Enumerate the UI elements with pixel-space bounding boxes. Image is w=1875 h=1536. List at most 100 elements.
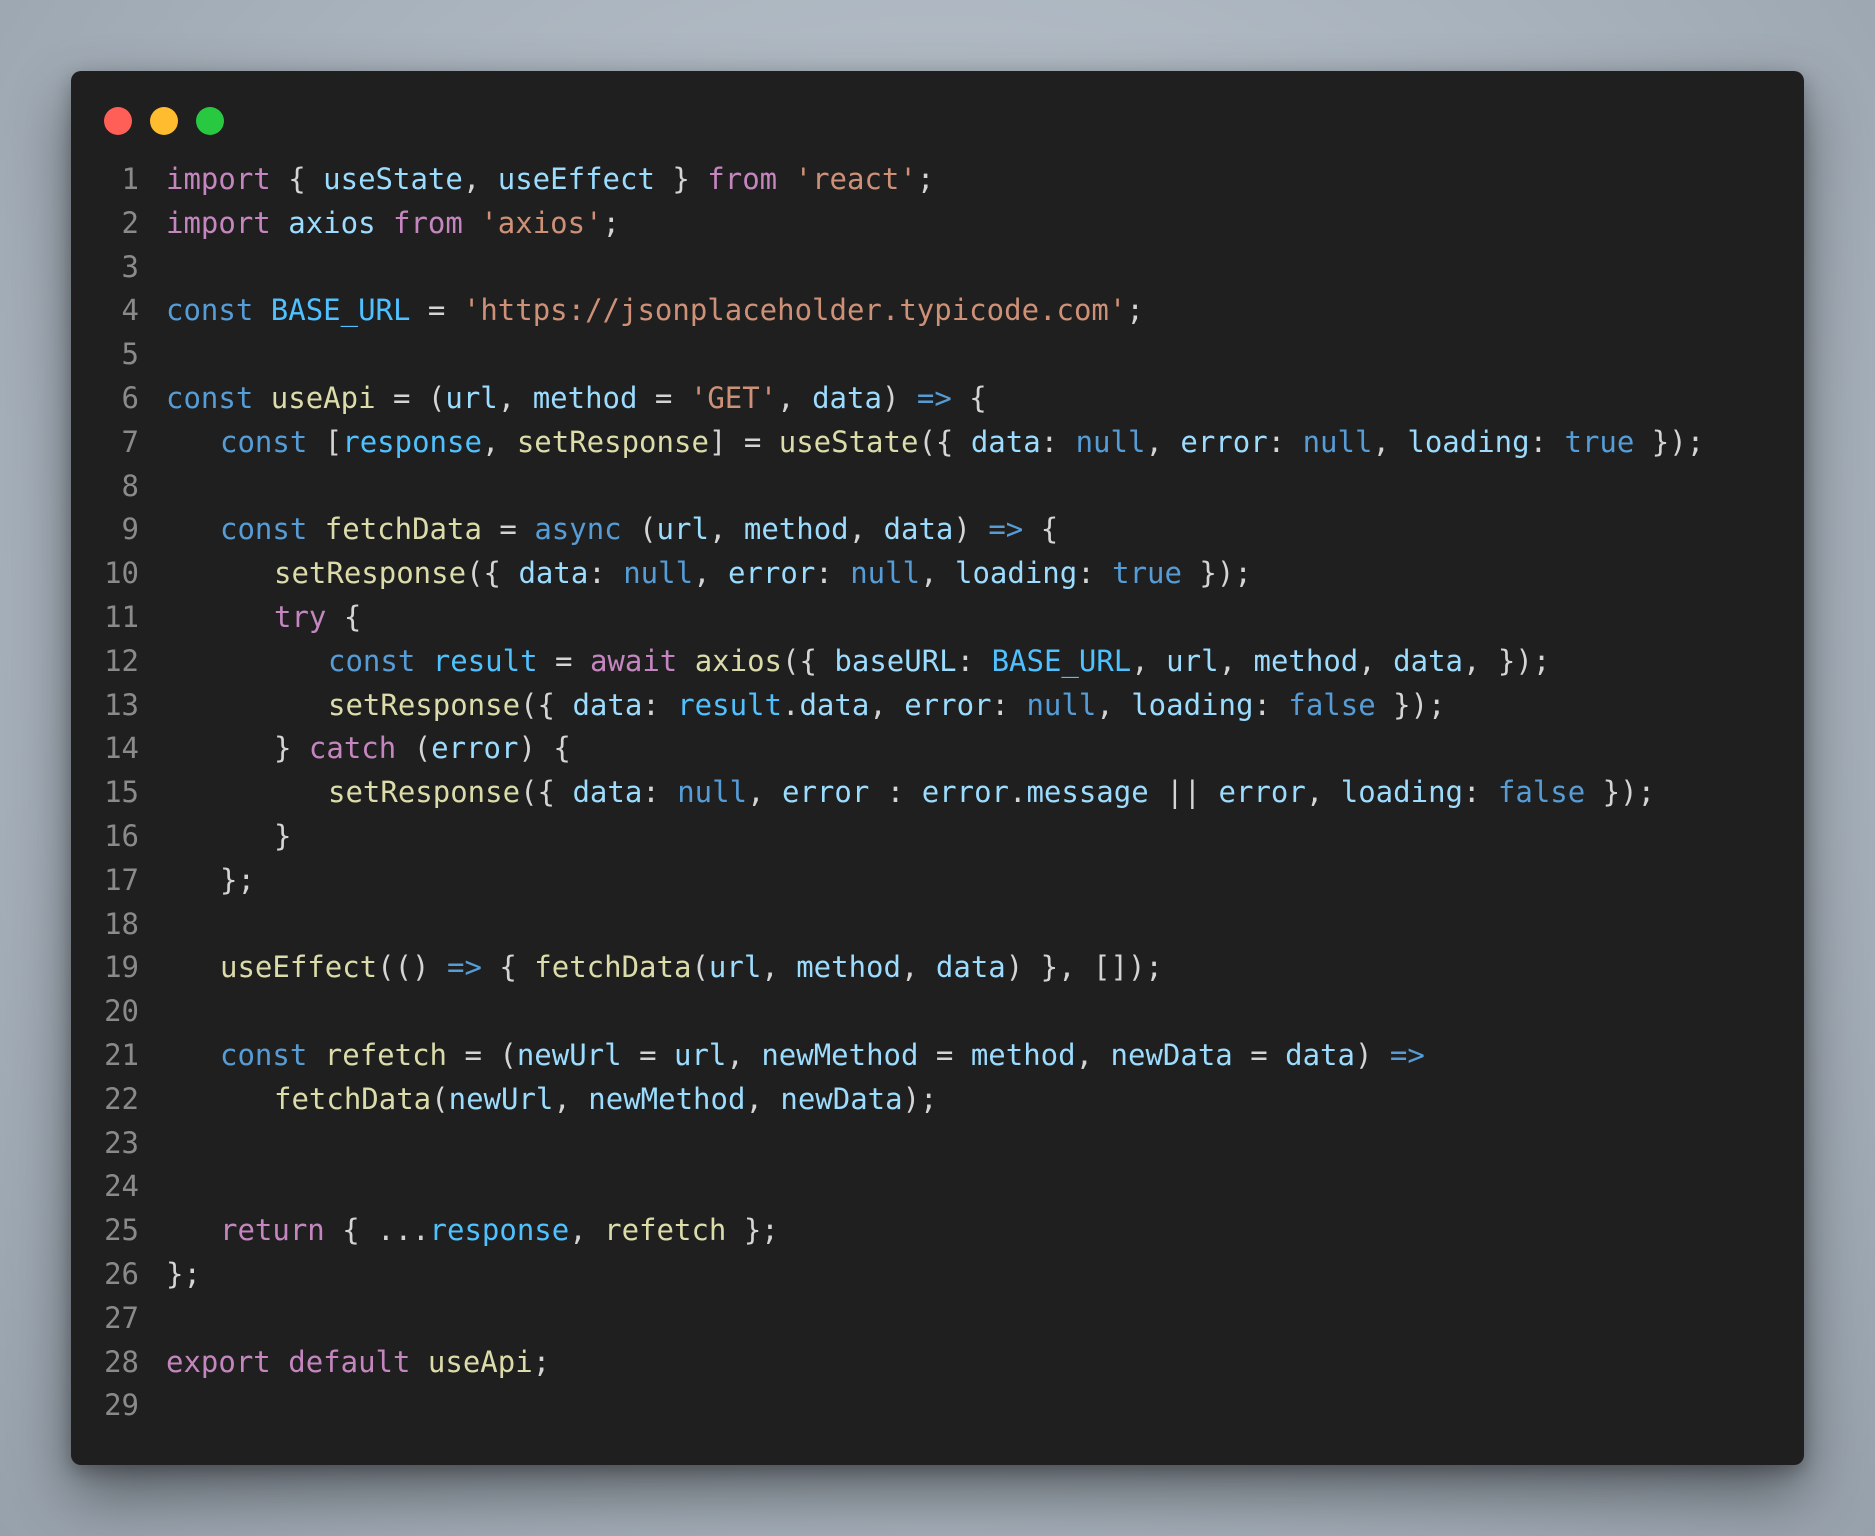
line-number: 16 [104, 818, 139, 853]
code-token: error [904, 687, 992, 722]
code-line-text: const useApi = (url, method = 'GET', dat… [166, 377, 987, 421]
code-token: => [1389, 1037, 1425, 1072]
code-line-text: import { useState, useEffect } from 'rea… [166, 158, 934, 202]
code-token: url [674, 1037, 727, 1072]
code-token: import [166, 162, 271, 196]
code-token: loading [1340, 775, 1463, 810]
code-token: true [1564, 424, 1635, 459]
code-line-text: }; [166, 1253, 201, 1297]
code-token: }); [1585, 775, 1656, 810]
code-token: (() [377, 950, 447, 985]
code-token: loading [954, 556, 1078, 591]
code-line: 9 const fetchData = async (url, method, d… [71, 508, 1704, 552]
code-token: data [572, 775, 643, 810]
code-line: 25 return { ...response, refetch }; [71, 1209, 1704, 1253]
code-token: method [532, 380, 638, 415]
zoom-button[interactable] [196, 107, 224, 135]
code-token: : [642, 687, 678, 722]
line-number: 29 [104, 1388, 139, 1423]
code-token: useApi [270, 380, 376, 415]
code-line: 6 const useApi = (url, method = 'GET', da… [71, 377, 1704, 421]
code-token: : [1462, 775, 1498, 810]
code-token: error [727, 556, 816, 591]
code-token: ; [1126, 293, 1144, 328]
code-line-text: try { [166, 596, 361, 640]
code-token: }); [1634, 424, 1705, 459]
code-token: } [274, 731, 309, 766]
code-token: return [220, 1213, 325, 1248]
code-token: : [815, 556, 851, 591]
code-token: : [588, 556, 624, 591]
line-number: 12 [104, 643, 139, 678]
code-token: ] = [708, 424, 779, 459]
code-line-text: setResponse({ data: null, error : error.… [166, 771, 1655, 815]
code-token: => [988, 512, 1024, 547]
code-token: { ... [324, 1213, 430, 1248]
window-controls [104, 107, 224, 135]
code-line: 24 [71, 1165, 1704, 1209]
code-token: } [274, 818, 292, 853]
code-token: result [677, 687, 782, 722]
code-line-text: }; [166, 859, 255, 903]
code-token: = [621, 1037, 674, 1072]
line-number: 9 [121, 512, 139, 547]
line-number: 21 [104, 1037, 139, 1072]
code-token: ) { [518, 731, 571, 766]
code-line-text: setResponse({ data: null, error: null, l… [166, 552, 1252, 596]
code-token: BASE_URL [270, 293, 411, 328]
line-number: 6 [121, 380, 139, 415]
code-token: ; [602, 205, 621, 240]
code-token: false [1288, 687, 1376, 722]
code-token: null [850, 556, 921, 591]
code-token: : [1077, 556, 1113, 591]
code-token: data [572, 687, 643, 722]
code-token: = [537, 643, 590, 678]
code-token: error [1218, 775, 1306, 810]
minimize-button[interactable] [150, 107, 178, 135]
code-token: method [796, 950, 901, 985]
code-token: response [429, 1213, 570, 1248]
code-token: 'axios' [480, 205, 603, 240]
code-token: , [553, 1081, 589, 1116]
line-number: 14 [104, 731, 139, 766]
code-token: , [747, 775, 782, 810]
code-line: 4 const BASE_URL = 'https://jsonplacehold… [71, 289, 1704, 333]
code-token: ( [431, 1081, 449, 1116]
code-token: null [1075, 424, 1146, 459]
code-token: ); [902, 1081, 938, 1116]
line-number: 24 [104, 1169, 139, 1204]
line-number: 19 [104, 950, 139, 985]
line-number: 3 [121, 249, 139, 284]
close-button[interactable] [104, 107, 132, 135]
line-number: 18 [104, 906, 139, 941]
code-token: ; [916, 162, 935, 196]
code-line: 16} [71, 815, 1704, 859]
code-block: 1 import { useState, useEffect } from 're… [71, 158, 1704, 1428]
code-token: url [708, 950, 762, 985]
code-token: setResponse [328, 775, 521, 810]
code-line: 5 [71, 333, 1704, 377]
code-line-text: import axios from 'axios'; [166, 202, 620, 246]
code-token: , [745, 1081, 781, 1116]
code-line: 26}; [71, 1253, 1704, 1297]
code-token: , [1358, 643, 1394, 678]
code-token: , [848, 512, 884, 547]
code-token: method [1253, 643, 1359, 678]
code-token: fetchData [274, 1081, 432, 1116]
code-token: null [1026, 687, 1097, 722]
code-token: const [220, 1037, 308, 1072]
code-line-text: const fetchData = async (url, method, da… [166, 508, 1058, 552]
code-token: await [589, 643, 678, 678]
line-number: 22 [104, 1081, 139, 1116]
line-number: 7 [121, 424, 139, 459]
code-line: 28 export default useApi; [71, 1341, 1704, 1385]
code-token: method [743, 512, 849, 547]
code-token: default [288, 1344, 411, 1379]
code-token: , [1075, 1037, 1111, 1072]
code-token: { [270, 162, 324, 196]
